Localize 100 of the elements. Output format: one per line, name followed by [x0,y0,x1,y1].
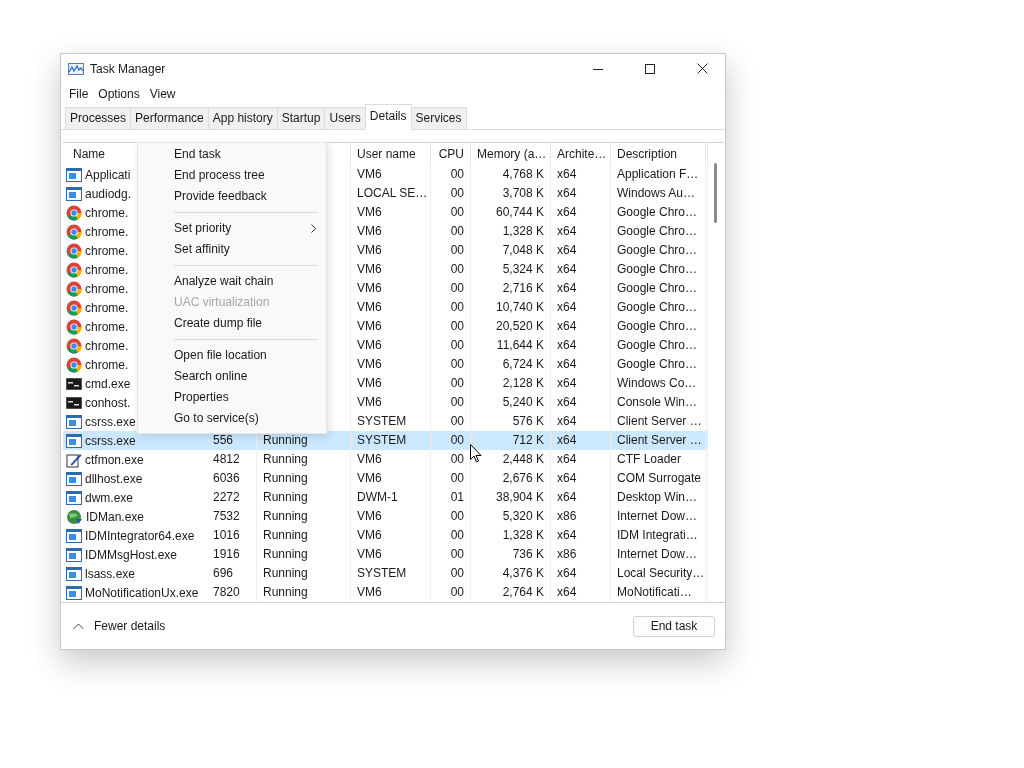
tab[interactable]: Services [410,107,467,129]
table-cell: x64 [557,243,577,257]
table-cell: 00 [450,205,464,219]
table-cell: Desktop Win… [617,490,698,504]
context-menu-item[interactable]: Provide feedback [138,186,326,207]
context-menu-item[interactable]: Set priority [138,218,326,239]
chevron-up-icon[interactable] [73,622,84,630]
menu-item[interactable]: Options [94,86,144,101]
table-cell: 00 [450,224,464,238]
scrollbar-thumb[interactable] [714,163,717,223]
selected-table-row[interactable]: csrss.exe 556 Running SYSTEM 00 712 K x64 Client Server … [63,431,707,450]
table-cell: csrss.exe [85,414,136,429]
table-cell: Internet Dow… [617,509,698,523]
menu-item[interactable]: View [145,86,180,101]
column-header[interactable]: Description [611,143,706,165]
application-icon [66,585,82,600]
table-cell: lsass.exe [85,566,136,581]
table-cell: 00 [450,585,464,599]
table-cell: x64 [557,414,577,428]
table-cell: chrome. [85,243,129,258]
table-cell: Windows Co… [617,376,697,390]
tab[interactable]: Performance [130,107,209,129]
table-cell: 5,324 K [502,262,544,276]
table-cell: MoNotificationUx.exe [85,585,199,600]
table-cell: x64 [557,205,577,219]
table-cell: x64 [557,281,577,295]
table-cell: chrome. [85,300,129,315]
tab[interactable]: Processes [65,107,132,129]
table-cell: 00 [450,528,464,542]
context-menu-item[interactable]: Analyze wait chain [138,271,326,292]
table-cell: x64 [557,490,577,504]
application-icon [66,490,82,505]
table-cell: Running [263,471,308,485]
chrome-icon [66,280,82,297]
table-cell: x86 [557,547,577,561]
table-cell: x64 [557,224,577,238]
table-cell: VM6 [357,319,382,333]
table-cell: Windows Au… [617,186,696,200]
table-cell: x64 [557,376,577,390]
table-cell: Google Chro… [617,338,698,352]
table-cell: 00 [450,471,464,485]
table-cell: LOCAL SE… [357,186,428,200]
maximize-icon [645,63,655,74]
tab[interactable]: App history [207,107,278,129]
menu-item[interactable]: File [65,86,93,101]
column-header[interactable]: Memory (a… [471,143,551,165]
context-menu-item[interactable]: Search online [138,366,326,387]
table-cell: 696 [213,566,234,580]
end-task-button[interactable]: End task [633,615,715,637]
context-menu-item[interactable]: Properties [138,387,326,408]
table-cell: Local Security… [617,566,705,580]
table-cell: Applicati [85,167,131,182]
table-cell: VM6 [357,357,382,371]
table-cell: Console Win… [617,395,698,409]
console-icon [66,396,82,409]
tab[interactable]: Users [324,107,366,129]
table-cell: 3,708 K [502,186,544,200]
table-cell: 60,744 K [495,205,544,219]
table-cell: 2,448 K [502,452,544,466]
application-icon [66,528,82,543]
table-cell: 6036 [213,471,240,485]
table-cell: CTF Loader [617,452,682,466]
tab[interactable]: Startup [276,107,326,129]
table-cell: SYSTEM [357,566,407,580]
table-cell: IDMan.exe [86,509,145,524]
table-cell: Google Chro… [617,300,698,314]
table-cell: Google Chro… [617,243,698,257]
column-header[interactable]: User name [351,143,431,165]
context-menu-item[interactable]: End process tree [138,165,326,186]
table-cell: chrome. [85,262,129,277]
table-cell: Google Chro… [617,262,698,276]
table-cell: Client Server … [617,433,702,447]
table-cell: 38,904 K [495,490,544,504]
table-cell: 00 [450,452,464,466]
tab[interactable]: Details [364,104,412,130]
table-cell: VM6 [357,585,382,599]
chrome-icon [66,337,82,354]
fewer-details-link[interactable]: Fewer details [94,619,166,633]
table-cell: 10,740 K [495,300,544,314]
table-cell: Google Chro… [617,281,698,295]
table-cell: x64 [557,186,577,200]
context-menu-item[interactable]: Set affinity [138,239,326,260]
table-cell: dllhost.exe [85,471,143,486]
table-cell: 00 [450,186,464,200]
table-cell: VM6 [357,376,382,390]
context-menu-item[interactable]: Go to service(s) [138,408,326,429]
table-cell: 1016 [213,528,240,542]
application-icon [66,167,82,182]
table-cell: 00 [450,243,464,257]
chrome-icon [66,318,82,335]
column-header[interactable]: CPU [431,143,471,165]
application-icon [66,433,82,448]
mouse-cursor-icon [470,444,482,463]
context-menu-item[interactable]: Open file location [138,345,326,366]
column-header[interactable]: Archite… [551,143,611,165]
context-menu-item[interactable]: Create dump file [138,313,326,334]
chrome-icon [66,356,82,373]
table-cell: 00 [450,319,464,333]
table-cell: COM Surrogate [617,471,702,485]
table-cell: 00 [450,281,464,295]
